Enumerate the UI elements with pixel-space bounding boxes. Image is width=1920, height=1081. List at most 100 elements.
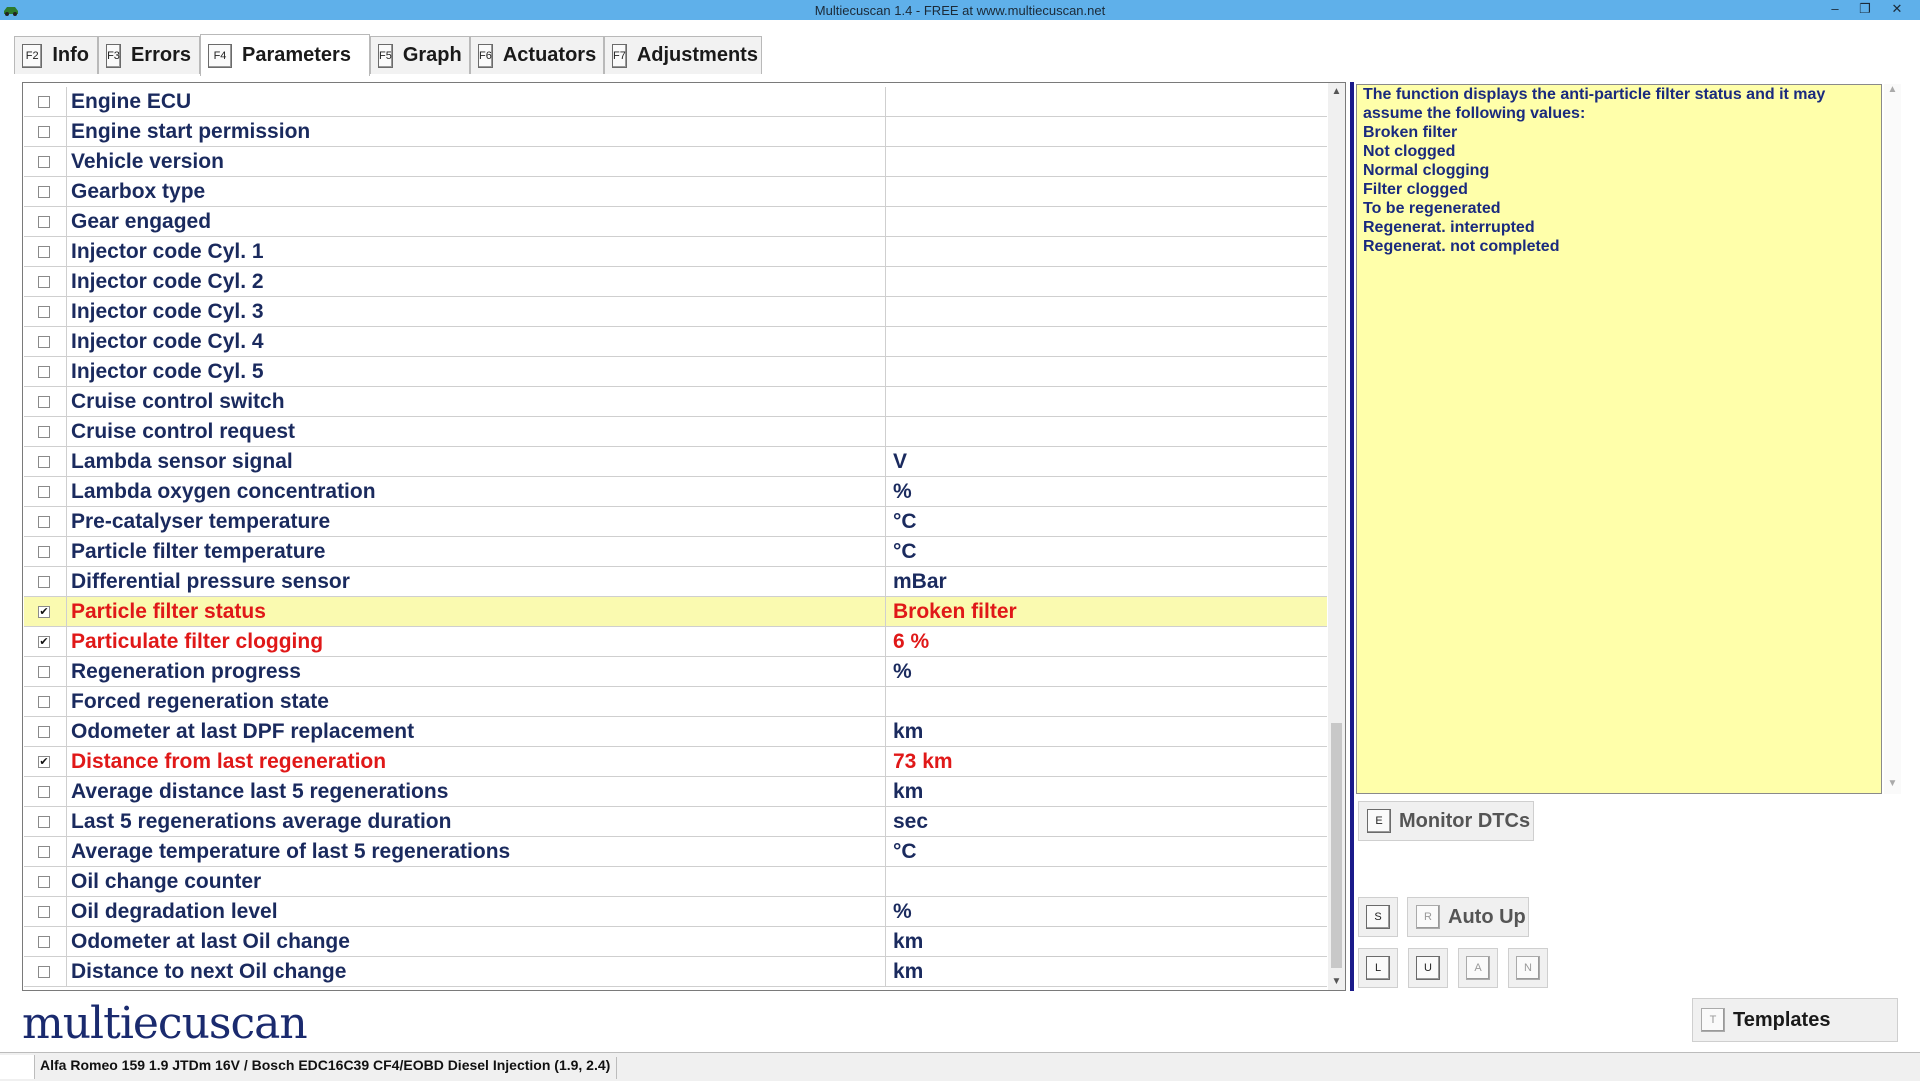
tab-graph[interactable]: F5 Graph	[370, 36, 470, 74]
parameter-checkbox[interactable]	[38, 666, 50, 678]
column-divider	[885, 927, 886, 957]
parameter-name: Lambda sensor signal	[71, 450, 293, 473]
l-button[interactable]: L	[1358, 948, 1398, 988]
auto-up-button[interactable]: R Auto Up	[1407, 897, 1529, 937]
tab-parameters[interactable]: F4 Parameters	[200, 34, 370, 76]
monitor-dtcs-button[interactable]: E Monitor DTCs	[1358, 801, 1534, 841]
scroll-down-icon[interactable]: ▼	[1884, 778, 1901, 789]
parameter-row[interactable]: Distance to next Oil change km	[24, 957, 1327, 987]
close-button[interactable]: ✕	[1882, 0, 1912, 20]
parameter-checkbox[interactable]	[38, 126, 50, 138]
table-scrollbar[interactable]: ▲ ▼	[1328, 83, 1345, 990]
parameter-checkbox[interactable]	[38, 186, 50, 198]
parameter-row[interactable]: Lambda oxygen concentration%	[24, 477, 1327, 507]
parameter-value: 6 %	[893, 630, 930, 653]
parameter-checkbox[interactable]	[38, 726, 50, 738]
parameter-checkbox[interactable]	[38, 216, 50, 228]
parameter-row[interactable]: ✔ Distance from last regeneration 73 km	[24, 747, 1327, 777]
column-divider	[66, 867, 67, 897]
parameter-checkbox[interactable]: ✔	[38, 756, 50, 768]
parameter-checkbox[interactable]	[38, 366, 50, 378]
parameter-row[interactable]: Forced regeneration state	[24, 687, 1327, 717]
parameter-row[interactable]: Engine start permission	[24, 117, 1327, 147]
parameter-row[interactable]: Pre-catalyser temperature °C	[24, 507, 1327, 537]
parameter-row[interactable]: Injector code Cyl. 1	[24, 237, 1327, 267]
parameter-checkbox[interactable]	[38, 696, 50, 708]
s-button[interactable]: S	[1358, 897, 1398, 937]
parameter-row[interactable]: Cruise control request	[24, 417, 1327, 447]
column-divider	[885, 747, 886, 777]
scroll-up-icon[interactable]: ▲	[1328, 83, 1345, 100]
description-scrollbar[interactable]: ▲ ▼	[1884, 84, 1901, 794]
parameter-checkbox[interactable]	[38, 276, 50, 288]
pane-splitter[interactable]	[1350, 82, 1354, 991]
parameter-row[interactable]: Vehicle version	[24, 147, 1327, 177]
parameter-row[interactable]: ✔ Particle filter status Broken filter	[24, 597, 1327, 627]
parameter-row[interactable]: Injector code Cyl. 4	[24, 327, 1327, 357]
parameter-checkbox[interactable]	[38, 846, 50, 858]
parameter-checkbox[interactable]	[38, 906, 50, 918]
parameter-checkbox[interactable]	[38, 786, 50, 798]
parameter-checkbox[interactable]	[38, 96, 50, 108]
parameter-checkbox[interactable]	[38, 576, 50, 588]
parameter-row[interactable]: Odometer at last Oil change km	[24, 927, 1327, 957]
n-button[interactable]: N	[1508, 948, 1548, 988]
parameter-row[interactable]: Regeneration progress%	[24, 657, 1327, 687]
parameter-row[interactable]: Last 5 regenerations average duration sec	[24, 807, 1327, 837]
parameter-checkbox[interactable]	[38, 396, 50, 408]
column-divider	[66, 507, 67, 537]
parameter-name: Particle filter temperature	[71, 540, 326, 563]
parameter-name: Cruise control request	[71, 420, 296, 443]
parameter-row[interactable]: Cruise control switch	[24, 387, 1327, 417]
parameter-checkbox[interactable]	[38, 246, 50, 258]
parameter-row[interactable]: Lambda sensor signal V	[24, 447, 1327, 477]
parameter-row[interactable]: Injector code Cyl. 5	[24, 357, 1327, 387]
parameter-row[interactable]: Engine ECU	[24, 87, 1327, 117]
parameter-checkbox[interactable]	[38, 426, 50, 438]
parameter-checkbox[interactable]	[38, 546, 50, 558]
parameter-checkbox[interactable]	[38, 876, 50, 888]
minimize-button[interactable]: –	[1820, 0, 1850, 20]
parameter-checkbox[interactable]	[38, 156, 50, 168]
parameter-row[interactable]: Injector code Cyl. 3	[24, 297, 1327, 327]
tab-errors[interactable]: F3 Errors	[98, 36, 200, 74]
parameter-row[interactable]: Oil change counter	[24, 867, 1327, 897]
parameter-checkbox[interactable]	[38, 516, 50, 528]
parameter-row[interactable]: Oil degradation level%	[24, 897, 1327, 927]
parameter-checkbox[interactable]	[38, 816, 50, 828]
key-s-icon: S	[1366, 905, 1390, 929]
restore-button[interactable]: ❐	[1850, 0, 1880, 20]
parameter-checkbox[interactable]	[38, 936, 50, 948]
parameter-name: Forced regeneration state	[71, 690, 329, 713]
parameter-checkbox[interactable]	[38, 306, 50, 318]
parameter-row[interactable]: Differential pressure sensor mBar	[24, 567, 1327, 597]
column-divider	[885, 477, 886, 507]
parameter-checkbox[interactable]	[38, 456, 50, 468]
parameter-row[interactable]: Average temperature of last 5 regenerati…	[24, 837, 1327, 867]
parameter-name: Differential pressure sensor	[71, 570, 350, 593]
parameter-row[interactable]: Injector code Cyl. 2	[24, 267, 1327, 297]
parameter-row[interactable]: Odometer at last DPF replacement km	[24, 717, 1327, 747]
parameter-row[interactable]: Average distance last 5 regenerations km	[24, 777, 1327, 807]
column-divider	[885, 657, 886, 687]
scroll-up-icon[interactable]: ▲	[1884, 84, 1901, 95]
parameter-checkbox[interactable]: ✔	[38, 606, 50, 618]
parameter-row[interactable]: Gear engaged	[24, 207, 1327, 237]
tab-info[interactable]: F2 Info	[14, 36, 98, 74]
parameter-checkbox[interactable]	[38, 966, 50, 978]
tab-adjustments[interactable]: F7 Adjustments	[604, 36, 762, 74]
column-divider	[66, 477, 67, 507]
parameter-row[interactable]: ✔ Particulate filter clogging 6 %	[24, 627, 1327, 657]
parameter-checkbox[interactable]	[38, 336, 50, 348]
parameter-row[interactable]: Particle filter temperature °C	[24, 537, 1327, 567]
u-button[interactable]: U	[1408, 948, 1448, 988]
tab-actuators[interactable]: F6 Actuators	[470, 36, 604, 74]
parameter-checkbox[interactable]	[38, 486, 50, 498]
parameter-checkbox[interactable]: ✔	[38, 636, 50, 648]
parameter-row[interactable]: Gearbox type	[24, 177, 1327, 207]
templates-button[interactable]: T Templates	[1692, 998, 1898, 1042]
a-button[interactable]: A	[1458, 948, 1498, 988]
column-divider	[66, 387, 67, 417]
scroll-thumb[interactable]	[1331, 723, 1342, 968]
scroll-down-icon[interactable]: ▼	[1328, 973, 1345, 990]
